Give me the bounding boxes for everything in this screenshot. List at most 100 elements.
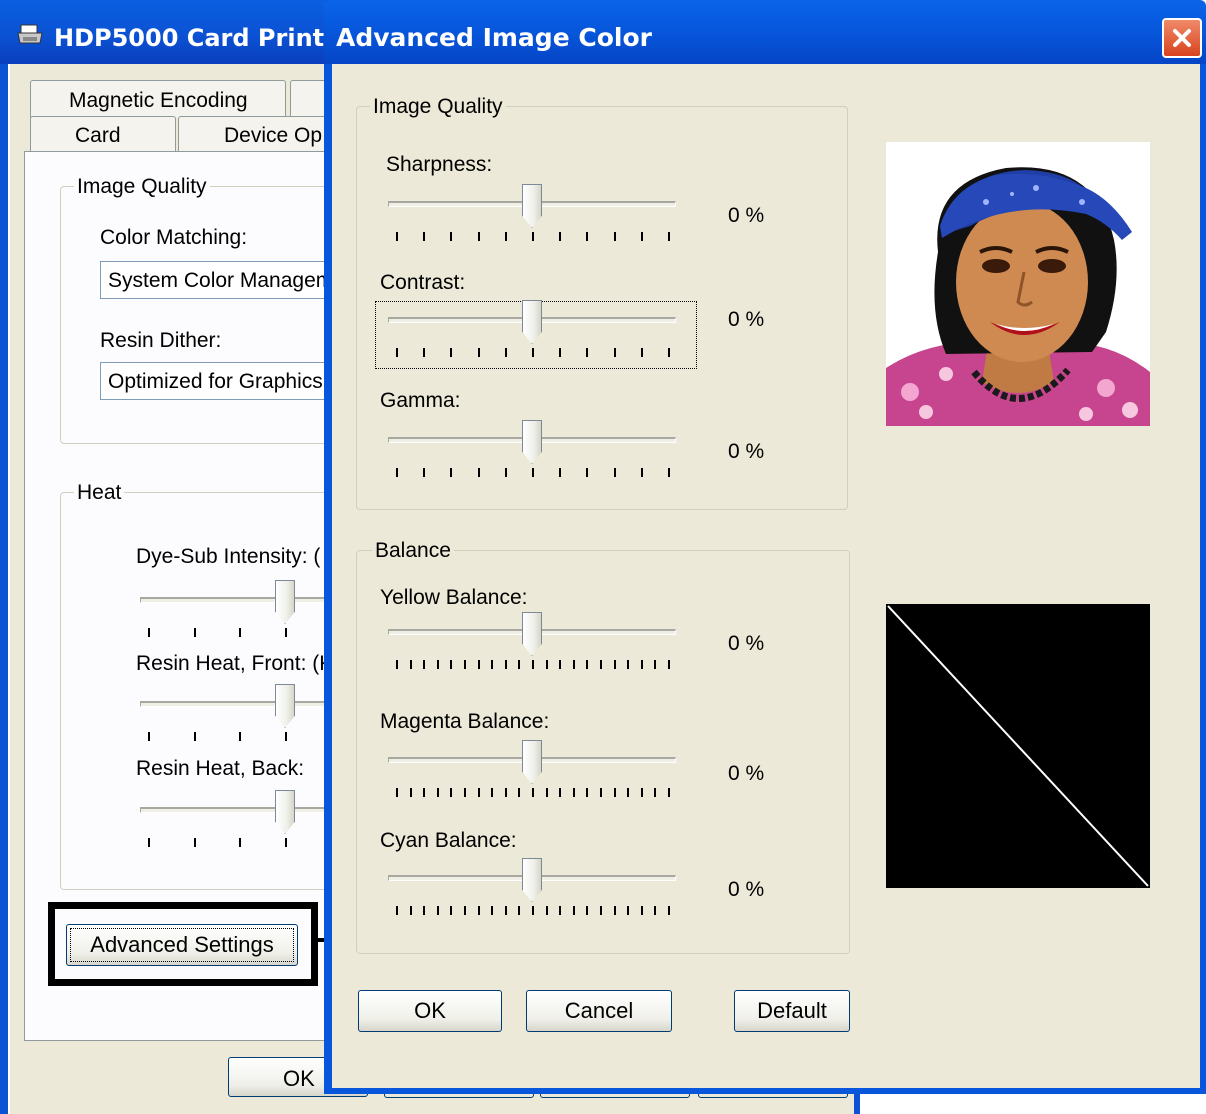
slider-tick	[559, 348, 561, 357]
slider-tick	[505, 788, 507, 797]
slider-tick	[559, 232, 561, 241]
cyan-balance-slider[interactable]	[388, 858, 678, 920]
slider-tick	[450, 788, 452, 797]
gamma-value: 0 %	[728, 440, 765, 463]
dye-sub-intensity-label: Dye-Sub Intensity: (	[136, 545, 321, 568]
contrast-slider[interactable]	[388, 300, 678, 362]
slider-tick	[464, 660, 466, 669]
slider-tick	[239, 732, 241, 741]
slider-tick	[641, 468, 643, 477]
slider-tick	[450, 468, 452, 477]
slider-thumb[interactable]	[275, 790, 295, 834]
slider-tick	[641, 660, 643, 669]
slider-tick	[546, 906, 548, 915]
slider-tick	[546, 660, 548, 669]
slider-tick	[148, 732, 150, 741]
slider-tick	[478, 788, 480, 797]
slider-thumb[interactable]	[522, 300, 542, 344]
slider-tick	[573, 788, 575, 797]
slider-tick	[668, 468, 670, 477]
close-button[interactable]	[1162, 18, 1202, 58]
sharpness-slider[interactable]	[388, 184, 678, 246]
slider-tick	[600, 660, 602, 669]
slider-tick	[532, 232, 534, 241]
slider-tick	[423, 468, 425, 477]
slider-tick	[573, 906, 575, 915]
slider-tick	[559, 906, 561, 915]
slider-tick	[450, 232, 452, 241]
gamma-label: Gamma:	[380, 389, 461, 412]
dialog-default-button[interactable]: Default	[734, 990, 850, 1032]
slider-tick	[668, 906, 670, 915]
back-window-title: HDP5000 Card Printer	[54, 24, 353, 52]
slider-thumb[interactable]	[522, 740, 542, 784]
slider-tick	[396, 348, 398, 357]
slider-thumb[interactable]	[522, 420, 542, 464]
slider-thumb[interactable]	[275, 580, 295, 624]
tab-magnetic-encoding[interactable]: Magnetic Encoding	[30, 80, 286, 118]
slider-tick	[668, 788, 670, 797]
yellow-balance-label: Yellow Balance:	[380, 586, 528, 609]
slider-tick	[478, 468, 480, 477]
slider-tick	[586, 906, 588, 915]
dialog-ok-button[interactable]: OK	[358, 990, 502, 1032]
slider-tick	[641, 788, 643, 797]
dialog-balance-title: Balance	[372, 540, 454, 561]
slider-tick	[586, 468, 588, 477]
slider-tick	[239, 628, 241, 637]
resin-heat-back-label: Resin Heat, Back:	[136, 757, 305, 780]
slider-tick	[194, 838, 196, 847]
slider-tick	[148, 838, 150, 847]
slider-tick	[423, 232, 425, 241]
gamma-slider[interactable]	[388, 420, 678, 482]
slider-tick	[423, 348, 425, 357]
slider-tick	[627, 788, 629, 797]
slider-tick	[559, 660, 561, 669]
image-quality-group-title: Image Quality	[74, 176, 210, 197]
slider-thumb[interactable]	[522, 858, 542, 902]
slider-tick	[505, 906, 507, 915]
slider-tick	[505, 660, 507, 669]
color-matching-select[interactable]: System Color Managem	[100, 261, 350, 299]
image-quality-group	[60, 186, 360, 444]
advanced-settings-button[interactable]: Advanced Settings	[66, 924, 298, 966]
slider-tick	[614, 906, 616, 915]
slider-tick	[505, 348, 507, 357]
slider-tick	[478, 906, 480, 915]
dialog-cancel-button[interactable]: Cancel	[526, 990, 672, 1032]
slider-thumb[interactable]	[275, 684, 295, 728]
advanced-image-color-dialog: Advanced Image Color Image Quality Sharp…	[324, 0, 1206, 1094]
slider-tick	[505, 232, 507, 241]
slider-tick	[396, 660, 398, 669]
resin-dither-label: Resin Dither:	[100, 329, 222, 352]
yellow-balance-slider[interactable]	[388, 612, 678, 674]
slider-tick	[396, 468, 398, 477]
slider-tick	[518, 660, 520, 669]
sharpness-label: Sharpness:	[386, 153, 493, 176]
slider-tick	[668, 232, 670, 241]
resin-dither-select[interactable]: Optimized for Graphics	[100, 362, 350, 400]
slider-tick	[450, 906, 452, 915]
magenta-balance-label: Magenta Balance:	[380, 710, 550, 733]
sharpness-value: 0 %	[728, 204, 765, 227]
slider-thumb[interactable]	[522, 184, 542, 228]
slider-tick	[478, 660, 480, 669]
slider-tick	[396, 232, 398, 241]
slider-tick	[285, 838, 287, 847]
color-curve-preview	[886, 604, 1150, 888]
slider-tick	[437, 660, 439, 669]
slider-thumb[interactable]	[522, 612, 542, 656]
magenta-balance-slider[interactable]	[388, 740, 678, 802]
close-icon	[1173, 29, 1191, 47]
cyan-balance-value: 0 %	[728, 878, 765, 901]
tab-card[interactable]: Card	[30, 116, 176, 154]
slider-tick	[614, 788, 616, 797]
slider-tick	[437, 788, 439, 797]
slider-tick	[641, 232, 643, 241]
slider-tick	[641, 906, 643, 915]
slider-tick	[586, 788, 588, 797]
slider-tick	[586, 232, 588, 241]
slider-tick	[464, 788, 466, 797]
slider-tick	[410, 906, 412, 915]
slider-tick	[559, 468, 561, 477]
